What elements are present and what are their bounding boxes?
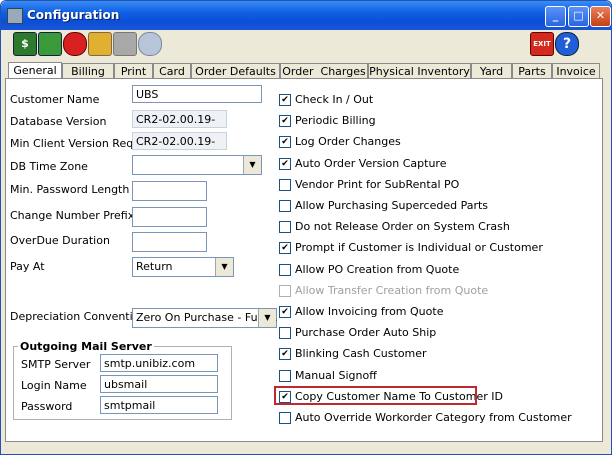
- checkbox-checked[interactable]: ✔: [279, 136, 291, 148]
- exit-icon[interactable]: EXIT: [530, 32, 554, 56]
- app-icon: [7, 8, 23, 24]
- close-button[interactable]: ✕: [590, 6, 611, 27]
- pay-at-value: Return: [136, 260, 173, 273]
- login-name-input[interactable]: ubsmail: [100, 375, 218, 393]
- option-label: Auto Override Workorder Category from Cu…: [295, 411, 572, 424]
- tab-invoice[interactable]: Invoice: [552, 63, 600, 79]
- min-password-length-label: Min. Password Length: [10, 183, 130, 196]
- option-label: Allow Purchasing Superceded Parts: [295, 199, 489, 212]
- option-label: Prompt if Customer is Individual or Cust…: [295, 241, 543, 254]
- checkbox-checked[interactable]: ✔: [279, 158, 291, 170]
- option-label: Manual Signoff: [295, 369, 377, 382]
- min-password-length-input[interactable]: [132, 181, 207, 201]
- checkbox-unchecked[interactable]: [279, 221, 291, 233]
- option-label: Blinking Cash Customer: [295, 347, 427, 360]
- pay-at-label: Pay At: [10, 260, 45, 273]
- db-time-zone-label: DB Time Zone: [10, 160, 88, 173]
- option-label: Log Order Changes: [295, 135, 401, 148]
- document-icon[interactable]: [113, 32, 137, 56]
- record-icon[interactable]: [63, 32, 87, 56]
- depreciation-convention-value: Zero On Purchase - Full ...: [136, 311, 278, 324]
- tab-card[interactable]: Card: [153, 63, 191, 79]
- tab-order-defaults[interactable]: Order Defaults: [191, 63, 280, 79]
- title-bar: Configuration _ □ ✕: [1, 1, 611, 30]
- chevron-down-icon[interactable]: ▼: [215, 258, 233, 276]
- customer-name-input[interactable]: UBS: [132, 85, 262, 103]
- option-label: Check In / Out: [295, 93, 374, 106]
- smtp-server-input[interactable]: smtp.unibiz.com: [100, 354, 218, 372]
- change-number-prefix-input[interactable]: [132, 207, 207, 227]
- database-version-label: Database Version: [10, 115, 107, 128]
- money-icon[interactable]: [38, 32, 62, 56]
- minimize-button[interactable]: _: [545, 6, 566, 27]
- option-label: Do not Release Order on System Crash: [295, 220, 510, 233]
- db-time-zone-select[interactable]: ▼: [132, 155, 262, 175]
- overdue-duration-label: OverDue Duration: [10, 234, 110, 247]
- checkbox-checked[interactable]: ✔: [279, 115, 291, 127]
- password-label: Password: [21, 400, 73, 413]
- user-key-icon[interactable]: [88, 32, 112, 56]
- change-number-prefix-label: Change Number Prefix: [10, 209, 135, 222]
- checkbox-checked[interactable]: ✔: [279, 348, 291, 360]
- outgoing-mail-server-group: Outgoing Mail Server SMTP Server smtp.un…: [13, 340, 232, 420]
- option-label: Periodic Billing: [295, 114, 376, 127]
- toolbar: $ EXIT ?: [7, 31, 607, 59]
- configuration-window: Configuration _ □ ✕ $ EXIT ? General Bil…: [0, 0, 612, 455]
- pay-dollar-icon[interactable]: $: [13, 32, 37, 56]
- tab-print[interactable]: Print: [114, 63, 153, 79]
- password-input[interactable]: smtpmail: [100, 396, 218, 414]
- option-label: Allow PO Creation from Quote: [295, 263, 460, 276]
- option-label: Vendor Print for SubRental PO: [295, 178, 460, 191]
- checkbox-checked[interactable]: ✔: [279, 94, 291, 106]
- option-label: Purchase Order Auto Ship: [295, 326, 437, 339]
- checkbox-unchecked: [279, 285, 291, 297]
- option-label: Auto Order Version Capture: [295, 157, 447, 170]
- checkbox-unchecked[interactable]: [279, 370, 291, 382]
- depreciation-convention-select[interactable]: Zero On Purchase - Full ... ▼: [132, 308, 278, 328]
- gear-icon[interactable]: [138, 32, 162, 56]
- option-label: Allow Invoicing from Quote: [295, 305, 444, 318]
- help-icon[interactable]: ?: [555, 32, 579, 56]
- chevron-down-icon[interactable]: ▼: [243, 156, 261, 174]
- tab-yard[interactable]: Yard: [471, 63, 512, 79]
- login-name-label: Login Name: [21, 379, 87, 392]
- maximize-button[interactable]: □: [568, 6, 589, 27]
- customer-name-label: Customer Name: [10, 93, 100, 106]
- outgoing-mail-server-title: Outgoing Mail Server: [18, 340, 154, 353]
- option-label: Allow Transfer Creation from Quote: [295, 284, 489, 297]
- min-client-version-value: CR2-02.00.19-00: [132, 132, 227, 166]
- checkbox-unchecked[interactable]: [279, 264, 291, 276]
- checkbox-checked[interactable]: ✔: [279, 242, 291, 254]
- tab-parts[interactable]: Parts: [512, 63, 552, 79]
- window-title: Configuration: [27, 8, 120, 22]
- checkbox-checked[interactable]: ✔: [279, 306, 291, 318]
- tab-order-charges[interactable]: Order Charges: [280, 63, 368, 79]
- min-client-version-label: Min Client Version Req: [10, 137, 134, 150]
- chevron-down-icon[interactable]: ▼: [258, 309, 276, 327]
- overdue-duration-input[interactable]: [132, 232, 207, 252]
- highlight-frame: [274, 386, 477, 405]
- tab-billing[interactable]: Billing: [62, 63, 114, 79]
- pay-at-select[interactable]: Return ▼: [132, 257, 234, 277]
- checkbox-unchecked[interactable]: [279, 327, 291, 339]
- tab-physical-inventory[interactable]: Physical Inventory: [368, 63, 471, 79]
- database-version-value: CR2-02.00.19-00: [132, 110, 227, 144]
- checkbox-unchecked[interactable]: [279, 200, 291, 212]
- smtp-server-label: SMTP Server: [21, 358, 91, 371]
- checkbox-unchecked[interactable]: [279, 179, 291, 191]
- checkbox-unchecked[interactable]: [279, 412, 291, 424]
- depreciation-convention-label: Depreciation Convention: [10, 310, 147, 323]
